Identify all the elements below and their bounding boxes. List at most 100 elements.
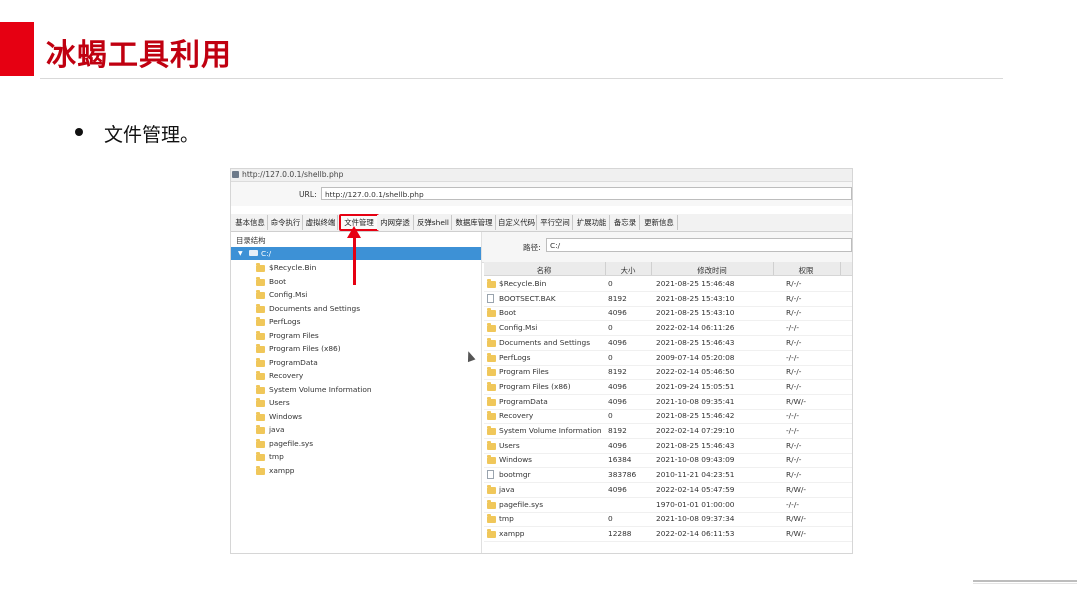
folder-icon [487, 396, 496, 406]
tab-11[interactable]: 更新信息 [641, 215, 678, 230]
table-row[interactable]: Boot 4096 2021-08-25 15:43:10 R/-/- [484, 305, 852, 322]
path-input[interactable]: C:/ [546, 238, 852, 252]
cell-name: Windows [499, 455, 532, 465]
table-row[interactable]: bootmgr 383786 2010-11-21 04:23:51 R/-/- [484, 467, 852, 484]
tab-0[interactable]: 基本信息 [233, 215, 268, 230]
folder-icon [487, 337, 496, 347]
column-header[interactable]: 大小 [606, 265, 650, 276]
cell-name: Boot [499, 308, 517, 318]
tree-item-label: Boot [269, 276, 287, 286]
bullet-icon [75, 128, 83, 136]
table-row[interactable]: tmp 0 2021-10-08 09:37:34 R/W/- [484, 511, 852, 528]
folder-icon [256, 438, 265, 448]
tree-item-label: $Recycle.Bin [269, 263, 317, 272]
folder-icon [256, 276, 265, 286]
cell-size: 4096 [608, 484, 627, 494]
cell-perm: -/-/- [786, 426, 799, 435]
cell-name: bootmgr [499, 470, 531, 480]
cell-size: 0 [608, 323, 613, 333]
column-header[interactable]: 权限 [774, 265, 838, 276]
tab-1[interactable]: 命令执行 [269, 215, 303, 230]
expand-triangle-icon[interactable]: ▼ [238, 250, 243, 257]
cell-name: Users [499, 440, 520, 450]
tree-root-item[interactable]: ▼ C:/ [231, 247, 481, 260]
table-row[interactable]: xampp 12288 2022-02-14 06:11:53 R/W/- [484, 526, 852, 542]
tab-7[interactable]: 自定义代码 [497, 215, 537, 230]
table-row[interactable]: $Recycle.Bin 0 2021-08-25 15:46:48 R/-/- [484, 276, 852, 292]
cell-size: 0 [608, 514, 613, 524]
tree-item-label: Users [269, 398, 290, 407]
table-row[interactable]: ProgramData 4096 2021-10-08 09:35:41 R/W/- [484, 394, 852, 410]
tree-item-label: pagefile.sys [269, 438, 314, 448]
cell-size: 12288 [608, 528, 632, 538]
cell-perm: R/W/- [786, 484, 807, 494]
cell-name: java [499, 484, 515, 494]
cell-size: 0 [608, 279, 613, 288]
table-row[interactable]: Config.Msi 0 2022-02-14 06:11:26 -/-/- [484, 320, 852, 337]
tab-2[interactable]: 虚拟终端 [304, 215, 338, 230]
folder-icon [256, 317, 265, 326]
cell-mtime: 2010-11-21 04:23:51 [656, 470, 735, 480]
slide-title: 冰蝎工具利用 [46, 38, 232, 73]
cell-mtime: 2021-08-25 15:43:10 [656, 293, 735, 303]
cell-mtime: 2021-08-25 15:46:43 [656, 337, 735, 347]
cell-mtime: 2021-08-25 15:46:48 [656, 279, 735, 288]
table-row[interactable]: Program Files 8192 2022-02-14 05:46:50 R/-/… [484, 364, 852, 381]
folder-icon [256, 425, 265, 434]
cell-mtime: 2022-02-14 06:11:53 [656, 528, 735, 538]
tree-item-label: System Volume Information [269, 384, 372, 394]
column-divider [840, 262, 841, 275]
tree-item-label: Program Files (x86) [269, 344, 341, 353]
cell-mtime: 2021-10-08 09:43:09 [656, 455, 735, 465]
cell-mtime: 2022-02-14 05:47:59 [656, 484, 735, 494]
cell-perm: R/W/- [786, 396, 807, 406]
url-label: URL: [299, 190, 317, 199]
tab-8[interactable]: 平行空间 [538, 215, 573, 230]
cell-name: Recovery [499, 411, 534, 421]
table-row[interactable]: BOOTSECT.BAK 8192 2021-08-25 15:43:10 R/-/- [484, 291, 852, 307]
cell-name: $Recycle.Bin [499, 279, 547, 288]
table-row[interactable]: Documents and Settings 4096 2021-08-25 15:… [484, 335, 852, 351]
tab-5[interactable]: 反弹shell [415, 215, 452, 230]
table-row[interactable]: PerfLogs 0 2009-07-14 05:20:08 -/-/- [484, 350, 852, 366]
tab-bar: 基本信息 命令执行 虚拟终端 文件管理 内网穿透 反弹shell 数据库管理 自定义代码 平行空… [231, 214, 852, 232]
cell-size: 383786 [608, 470, 637, 480]
folder-icon [256, 263, 265, 272]
folder-icon [256, 357, 265, 367]
table-row[interactable]: Users 4096 2021-08-25 15:46:43 R/-/- [484, 438, 852, 454]
file-icon [487, 293, 494, 303]
folder-icon [256, 344, 265, 353]
bullet-text: 文件管理。 [104, 124, 200, 146]
tree-item-label: ProgramData [269, 357, 318, 367]
folder-icon [256, 411, 265, 421]
folder-icon [487, 381, 496, 391]
tab-10[interactable]: 备忘录 [611, 215, 640, 230]
cell-perm: R/-/- [786, 455, 802, 465]
title-accent-bar [0, 22, 34, 76]
cell-size: 4096 [608, 308, 627, 318]
tab-9[interactable]: 扩展功能 [574, 215, 610, 230]
table-row[interactable]: Program Files (x86) 4096 2021-09-24 15:05:… [484, 379, 852, 395]
folder-icon [487, 455, 496, 465]
column-header[interactable]: 修改时间 [652, 265, 772, 276]
cell-perm: R/-/- [786, 308, 802, 318]
cell-size: 8192 [608, 367, 627, 377]
footer-line [973, 580, 1077, 582]
tab-6[interactable]: 数据库管理 [453, 215, 496, 230]
column-header[interactable]: 名称 [484, 265, 604, 276]
table-row[interactable]: java 4096 2022-02-14 05:47:59 R/W/- [484, 482, 852, 498]
cell-perm: R/-/- [786, 440, 802, 450]
table-row[interactable]: System Volume Information 8192 2022-02-14 … [484, 423, 852, 439]
table-row[interactable]: Windows 16384 2021-10-08 09:43:09 R/-/- [484, 452, 852, 469]
cell-mtime: 2021-08-25 15:46:42 [656, 411, 735, 421]
folder-icon [256, 303, 265, 313]
table-row[interactable]: Recovery 0 2021-08-25 15:46:42 -/-/- [484, 408, 852, 425]
table-header: 名称 大小 修改时间 权限 [484, 262, 852, 276]
tab-4[interactable]: 内网穿透 [377, 215, 414, 230]
table-row[interactable]: pagefile.sys 1970-01-01 01:00:00 -/-/- [484, 497, 852, 513]
cell-name: Documents and Settings [499, 337, 591, 347]
url-input[interactable]: http://127.0.0.1/shellb.php [321, 187, 852, 200]
cell-name: Config.Msi [499, 323, 538, 333]
folder-icon [487, 367, 496, 377]
folder-icon [256, 330, 265, 340]
